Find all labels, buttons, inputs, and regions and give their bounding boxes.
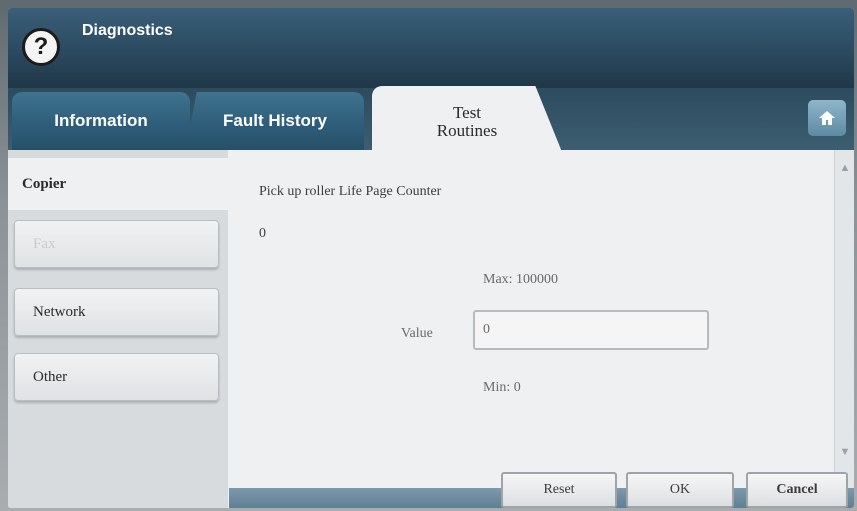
reset-button[interactable]: Reset bbox=[501, 472, 617, 508]
device-bezel: ? Diagnostics Information Fault History … bbox=[0, 0, 857, 511]
tab-test-routines-line2: Routines bbox=[436, 121, 498, 140]
tab-test-routines[interactable]: Test Routines bbox=[372, 86, 562, 152]
value-input[interactable] bbox=[473, 310, 709, 350]
home-icon bbox=[819, 111, 835, 125]
cancel-button[interactable]: Cancel bbox=[746, 472, 848, 508]
touch-screen: ? Diagnostics Information Fault History … bbox=[8, 8, 854, 508]
value-label: Value bbox=[401, 326, 433, 341]
tab-test-routines-line1: Test bbox=[452, 103, 482, 122]
ok-button[interactable]: OK bbox=[626, 472, 734, 508]
sidebar-item-copier[interactable]: Copier bbox=[8, 158, 228, 210]
sidebar-item-network[interactable]: Network bbox=[14, 288, 219, 336]
scroll-down-icon[interactable]: ▼ bbox=[835, 446, 854, 464]
tab-fault-history[interactable]: Fault History bbox=[186, 92, 364, 150]
counter-label: Pick up roller Life Page Counter bbox=[259, 184, 442, 199]
sidebar-item-fax[interactable]: Fax bbox=[14, 220, 219, 268]
scroll-up-icon[interactable]: ▲ bbox=[835, 162, 854, 180]
scrollbar[interactable]: ▲ ▼ bbox=[834, 150, 854, 488]
sidebar: Copier Fax Network Other bbox=[8, 150, 228, 508]
sidebar-item-other[interactable]: Other bbox=[14, 353, 219, 401]
help-icon[interactable]: ? bbox=[22, 28, 60, 66]
min-label: Min: 0 bbox=[483, 380, 521, 395]
main-panel: Pick up roller Life Page Counter 0 Max: … bbox=[229, 150, 834, 488]
content-area: Copier Fax Network Other Pick up roller … bbox=[8, 150, 854, 508]
home-button[interactable] bbox=[808, 100, 846, 136]
tab-information[interactable]: Information bbox=[12, 92, 190, 150]
page-title: Diagnostics bbox=[82, 22, 173, 39]
counter-value: 0 bbox=[259, 226, 266, 241]
max-label: Max: 100000 bbox=[483, 272, 559, 287]
title-bar: ? Diagnostics bbox=[8, 8, 854, 88]
tab-bar: Information Fault History Test Routines bbox=[8, 86, 854, 152]
